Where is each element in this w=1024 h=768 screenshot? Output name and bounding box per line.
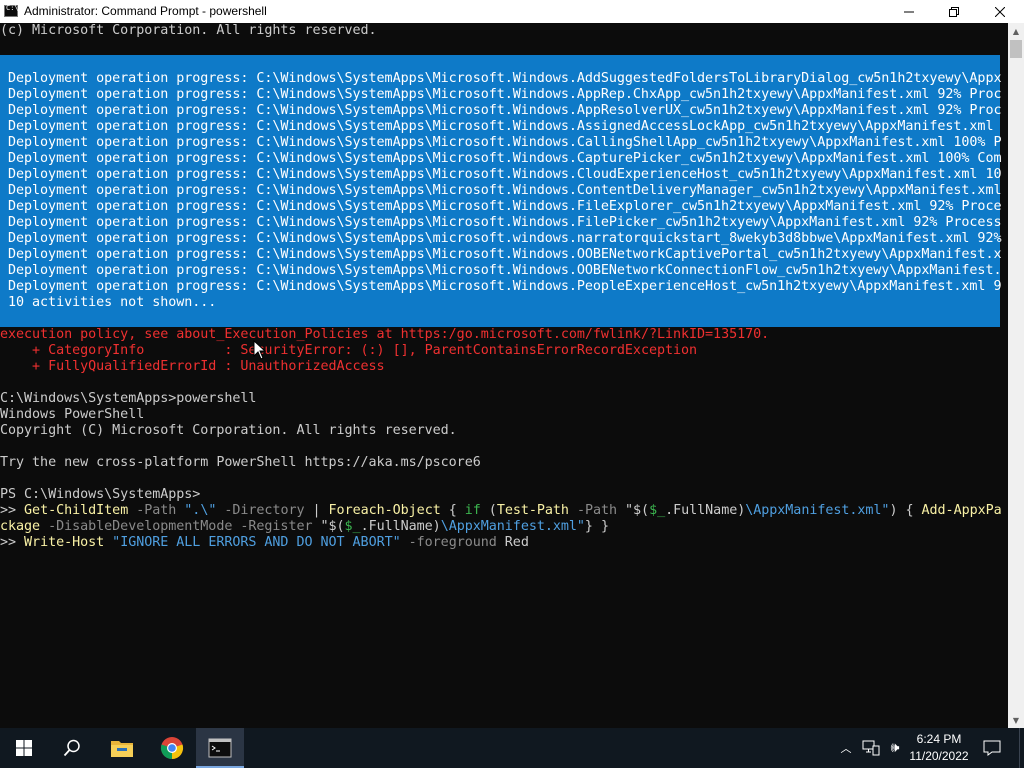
activities-not-shown: 10 activities not shown...	[8, 295, 217, 310]
network-icon[interactable]	[860, 728, 882, 768]
command-line: >> Write-Host "IGNORE ALL ERRORS AND DO …	[0, 535, 529, 551]
cmdlet: Add-AppxPa	[921, 503, 1002, 518]
brace: {	[440, 503, 465, 518]
error-line: + FullyQualifiedErrorId : UnauthorizedAc…	[0, 359, 385, 374]
show-desktop-button[interactable]	[1019, 728, 1024, 768]
paren: (	[480, 503, 497, 518]
action-center-button[interactable]	[980, 728, 1004, 768]
taskbar-command-prompt[interactable]	[196, 728, 244, 768]
string-part: .FullName)	[665, 503, 746, 518]
progress-line: Deployment operation progress: C:\Window…	[8, 71, 1002, 86]
window-title: Administrator: Command Prompt - powershe…	[24, 4, 267, 18]
progress-line: Deployment operation progress: C:\Window…	[8, 199, 1002, 214]
variable: $_	[649, 503, 666, 518]
console-line: C:\Windows\SystemApps>powershell	[0, 391, 257, 406]
keyword: if	[464, 503, 481, 518]
chrome-icon	[160, 737, 184, 760]
system-clock[interactable]: 6:24 PM 11/20/2022	[906, 731, 972, 765]
progress-line: Deployment operation progress: C:\Window…	[8, 135, 1002, 150]
brace: } }	[584, 519, 609, 534]
progress-line: Deployment operation progress: C:\Window…	[8, 103, 1002, 118]
variable: $_	[344, 519, 361, 534]
progress-line: Deployment operation progress: C:\Window…	[8, 247, 1002, 262]
minimize-icon	[904, 11, 914, 12]
start-button[interactable]	[0, 728, 48, 768]
minimize-button[interactable]	[886, 0, 932, 23]
progress-line: Deployment operation progress: C:\Window…	[8, 119, 994, 134]
continuation-prompt: >>	[0, 535, 25, 550]
progress-panel: Deployment operation progress: C:\Window…	[0, 55, 1002, 327]
volume-icon[interactable]: 🕪	[884, 728, 906, 768]
windows-logo-icon	[16, 740, 32, 756]
string-part: "$(	[625, 503, 650, 518]
mouse-pointer-icon	[253, 340, 267, 360]
console-line: Copyright (C) Microsoft Corporation. All…	[0, 423, 457, 438]
scroll-down-icon[interactable]: ▼	[1008, 712, 1024, 728]
progress-line: Deployment operation progress: C:\Window…	[8, 183, 1002, 198]
parameter: -Register	[232, 519, 313, 534]
search-icon	[63, 739, 80, 757]
file-explorer-icon	[111, 741, 133, 757]
scroll-thumb[interactable]	[1010, 40, 1022, 58]
progress-line: Deployment operation progress: C:\Window…	[8, 87, 1002, 102]
cmdlet: Get-ChildItem	[24, 503, 129, 518]
restore-icon	[949, 6, 959, 17]
command-prompt-icon	[4, 4, 19, 17]
string: "IGNORE ALL ERRORS AND DO NOT ABORT"	[104, 535, 401, 550]
parameter: -Directory	[216, 503, 305, 518]
close-button[interactable]	[977, 0, 1023, 23]
close-icon	[995, 6, 1005, 17]
progress-line: Deployment operation progress: C:\Window…	[8, 167, 1002, 182]
command-prompt-icon	[208, 738, 232, 758]
taskbar-file-explorer[interactable]	[98, 728, 146, 768]
parameter: -Path	[128, 503, 185, 518]
error-line: execution policy, see about_Execution_Po…	[0, 327, 770, 342]
string-part: .FullName)	[360, 519, 441, 534]
clock-date: 11/20/2022	[909, 749, 969, 763]
vertical-scrollbar[interactable]: ▲ ▼	[1008, 23, 1024, 728]
parameter: -DisableDevelopmentMode	[40, 519, 233, 534]
brace: ) {	[889, 503, 922, 518]
string-part: "$(	[320, 519, 345, 534]
notification-icon	[983, 740, 1001, 756]
progress-line: Deployment operation progress: C:\Window…	[8, 279, 1002, 294]
progress-line: Deployment operation progress: C:\Window…	[8, 215, 1002, 230]
show-hidden-icons-chevron-icon[interactable]: ︿	[836, 728, 856, 768]
string: \AppxManifest.xml"	[745, 503, 890, 518]
cmdlet: Write-Host	[24, 535, 105, 550]
taskbar: ︿ 🕪 6:24 PM 11/20/2022	[0, 728, 1024, 768]
scroll-up-icon[interactable]: ▲	[1008, 23, 1024, 39]
cmdlet: Foreach-Object	[328, 503, 441, 518]
continuation-prompt: >>	[0, 503, 25, 518]
clock-time: 6:24 PM	[916, 732, 962, 746]
parameter: -Path	[568, 503, 626, 518]
pipe: |	[304, 503, 329, 518]
network-icon	[862, 740, 880, 756]
console-line: Try the new cross-platform PowerShell ht…	[0, 455, 481, 470]
title-bar[interactable]: Administrator: Command Prompt - powershe…	[0, 0, 1024, 24]
error-line: + CategoryInfo : SecurityError: (:) [], …	[0, 343, 698, 358]
cmdlet: Test-Path	[496, 503, 569, 518]
console-line: Windows PowerShell	[0, 407, 145, 422]
string: \AppxManifest.xml"	[440, 519, 585, 534]
progress-line: Deployment operation progress: C:\Window…	[8, 151, 1002, 166]
cmdlet: ckage	[0, 519, 41, 534]
console-output[interactable]: (c) Microsoft Corporation. All rights re…	[0, 23, 1008, 728]
search-button[interactable]	[48, 728, 96, 768]
string: ".\"	[184, 503, 217, 518]
progress-line: Deployment operation progress: C:\Window…	[8, 231, 1002, 246]
restore-button[interactable]	[931, 0, 977, 23]
taskbar-chrome[interactable]	[148, 728, 196, 768]
parameter: -foreground	[400, 535, 497, 550]
powershell-prompt: PS C:\Windows\SystemApps>	[0, 487, 201, 502]
command-line: ckage -DisableDevelopmentMode -Register …	[0, 519, 609, 535]
command-line: >> Get-ChildItem -Path ".\" -Directory |…	[0, 503, 1002, 519]
progress-line: Deployment operation progress: C:\Window…	[8, 263, 1002, 278]
argument: Red	[496, 535, 529, 550]
console-line: (c) Microsoft Corporation. All rights re…	[0, 23, 377, 38]
